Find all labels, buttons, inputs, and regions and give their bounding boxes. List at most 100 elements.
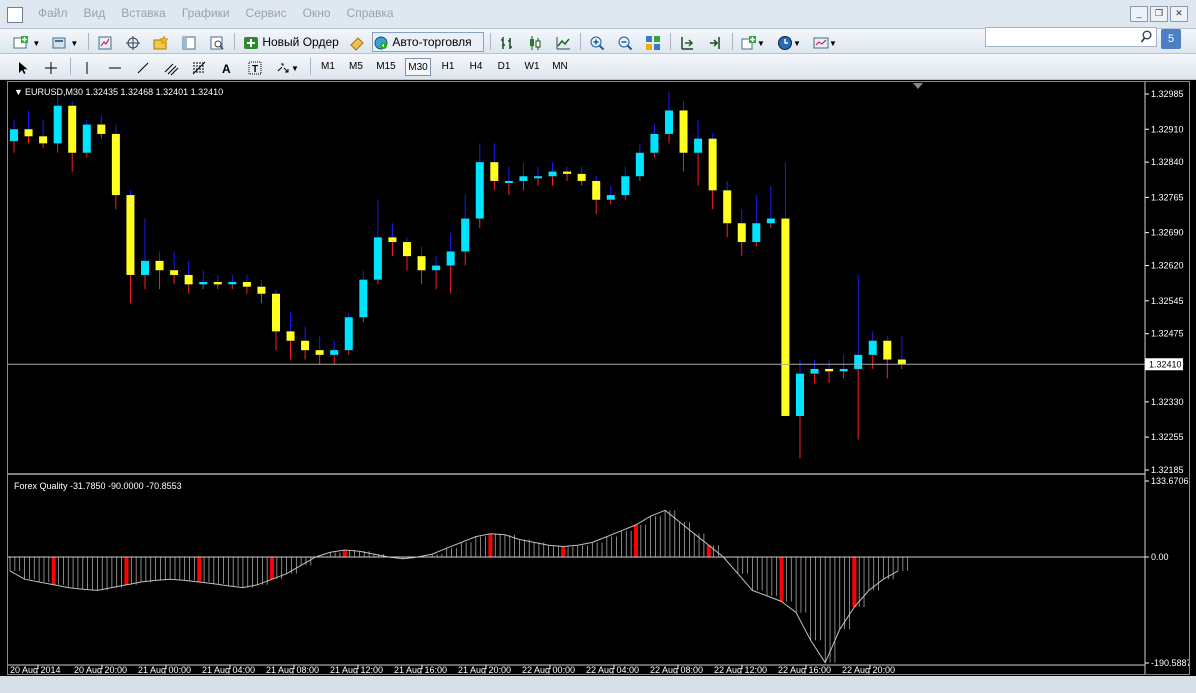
zoom-in-button[interactable] [588, 32, 606, 52]
timeframe-h1[interactable]: H1 [437, 58, 459, 76]
candle-body [766, 218, 775, 224]
candlesticks-button[interactable] [526, 32, 544, 52]
profiles-button[interactable]: ▼ [50, 32, 84, 52]
menu-item-3[interactable]: Графики [174, 6, 238, 20]
trendline-icon [137, 62, 149, 74]
terminal-button[interactable] [180, 32, 198, 52]
auto-scroll-button[interactable] [706, 32, 724, 52]
tile-windows-button[interactable] [644, 32, 662, 52]
timeframe-m15[interactable]: M15 [373, 58, 399, 76]
candle-body [228, 282, 237, 285]
candle-body [53, 105, 62, 144]
market-watch-icon [98, 36, 112, 50]
indicators-icon [741, 35, 756, 50]
menu-bar: Файл Вид Вставка Графики Сервис Окно Справка _… [0, 0, 1196, 29]
price-tick-label: 1.32620 [1151, 261, 1184, 271]
menu-item-1[interactable]: Вид [76, 6, 114, 20]
new-chart-button[interactable]: ▼ [12, 32, 46, 52]
templates-icon [813, 37, 829, 49]
timeframe-d1[interactable]: D1 [493, 58, 515, 76]
text-button[interactable]: A [218, 57, 236, 77]
strategy-tester-button[interactable] [208, 32, 226, 52]
bar-chart-icon [501, 36, 512, 49]
arrows-button[interactable]: ▼ [274, 57, 306, 77]
line-chart-button[interactable] [554, 32, 572, 52]
horizontal-line-icon [109, 67, 121, 69]
vertical-line-button[interactable] [78, 57, 96, 77]
chart-menu-icon[interactable]: ▼ [14, 87, 23, 97]
menu-item-0[interactable]: Файл [30, 6, 76, 20]
auto-trading-button[interactable]: Авто-торговля [372, 32, 484, 52]
equidistant-channel-button[interactable] [162, 57, 180, 77]
indicators-button[interactable]: ▼ [740, 32, 772, 52]
timeframe-mn[interactable]: MN [549, 58, 571, 76]
svg-text:A: A [222, 62, 231, 76]
candle-body [432, 265, 441, 271]
candle-body [548, 171, 557, 177]
time-tick-label: 22 Aug 04:00 [586, 665, 639, 674]
text-label-icon: T [248, 61, 262, 75]
candle-body [242, 282, 251, 287]
chart-shift-button[interactable] [678, 32, 696, 52]
bar-chart-button[interactable] [498, 32, 516, 52]
candle-body [97, 124, 106, 134]
templates-button[interactable]: ▼ [812, 32, 846, 52]
menu-item-6[interactable]: Справка [339, 6, 402, 20]
candle-body [868, 340, 877, 355]
candle-body [213, 282, 222, 285]
text-label-button[interactable]: T [246, 57, 264, 77]
indicator-signal-bar [124, 557, 129, 585]
arrows-icon [277, 63, 289, 73]
line-chart-icon [556, 36, 570, 50]
timeframe-m5[interactable]: M5 [345, 58, 367, 76]
time-tick-label: 21 Aug 08:00 [266, 665, 319, 674]
new-order-button[interactable]: Новый Ордер [242, 32, 344, 52]
price-tick-label: 1.32330 [1151, 397, 1184, 407]
price-axis: 1.32985 1.32910 1.32840 1.32765 1.32690 1.326… [1145, 89, 1184, 475]
auto-trading-icon [374, 36, 388, 50]
candle-body [82, 124, 91, 153]
search-input[interactable] [985, 27, 1157, 47]
periods-button[interactable]: ▼ [776, 32, 808, 52]
close-icon[interactable]: ✕ [1170, 6, 1188, 22]
fibonacci-button[interactable] [190, 57, 208, 77]
auto-trading-label: Авто-торговля [392, 35, 472, 49]
cursor-button[interactable] [14, 57, 32, 77]
restore-icon[interactable]: ❐ [1150, 6, 1168, 22]
data-window-button[interactable] [124, 32, 142, 52]
timeframe-m30[interactable]: M30 [405, 58, 431, 76]
candle-body [650, 133, 659, 153]
market-watch-button[interactable] [96, 32, 114, 52]
metaeditor-button[interactable] [348, 32, 366, 52]
crosshair-button[interactable] [42, 57, 60, 77]
chart-canvas[interactable]: 1.32985 1.32910 1.32840 1.32765 1.32690 1.326… [8, 82, 1192, 675]
candle-body [475, 162, 484, 219]
candle-body [388, 237, 397, 243]
candle-body [111, 133, 120, 196]
menu-item-5[interactable]: Окно [295, 6, 339, 20]
menu-item-2[interactable]: Вставка [113, 6, 174, 20]
trendline-button[interactable] [134, 57, 152, 77]
editor-book-icon [350, 37, 364, 51]
timeframe-m1[interactable]: M1 [317, 58, 339, 76]
indicator-header: Forex Quality -31.7850 -90.0000 -70.8553 [14, 481, 182, 491]
price-tick-label: 1.32910 [1151, 124, 1184, 134]
menu-item-4[interactable]: Сервис [238, 6, 295, 20]
timeframe-h4[interactable]: H4 [465, 58, 487, 76]
crosshair-target-icon [126, 35, 140, 50]
chart-window[interactable]: 1.32985 1.32910 1.32840 1.32765 1.32690 1.326… [7, 81, 1192, 675]
candle-body [10, 129, 18, 141]
candle-body [257, 286, 266, 294]
navigator-button[interactable] [152, 32, 170, 52]
price-tick-label: 1.32545 [1151, 296, 1184, 306]
chart-shift-marker-icon [913, 83, 923, 89]
indicator-tick-label: 133.6706 [1151, 476, 1189, 486]
timeframe-w1[interactable]: W1 [521, 58, 543, 76]
vertical-line-icon [86, 61, 88, 74]
star-folder-icon [153, 35, 169, 50]
zoom-out-button[interactable] [616, 32, 634, 52]
help-badge[interactable]: 5 [1161, 29, 1181, 49]
minimize-icon[interactable]: _ [1130, 6, 1148, 22]
search-icon[interactable] [1140, 30, 1152, 44]
horizontal-line-button[interactable] [106, 57, 124, 77]
